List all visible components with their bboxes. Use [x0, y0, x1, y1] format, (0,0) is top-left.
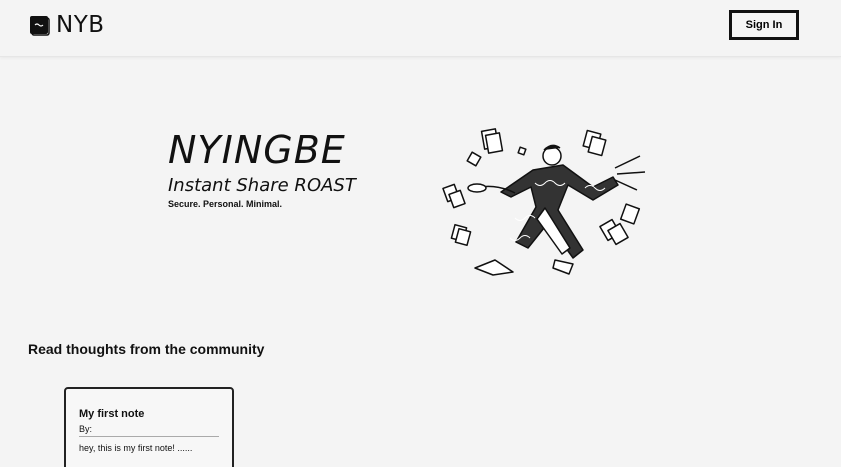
hero-tagline: Secure. Personal. Minimal. — [168, 199, 283, 209]
brand-name: NYB — [56, 12, 105, 38]
hero-title: NYINGBE — [168, 128, 346, 172]
community-section-title: Read thoughts from the community — [28, 341, 265, 357]
top-navbar: NYB Sign In — [0, 0, 841, 57]
note-title: My first note — [79, 408, 145, 420]
man-with-flying-papers-illustration — [442, 128, 646, 276]
brand-logo[interactable]: NYB — [29, 12, 105, 38]
sign-in-button[interactable]: Sign In — [729, 10, 799, 40]
note-preview: hey, this is my first note! ...... — [79, 443, 193, 453]
hero-subtitle: Instant Share ROAST — [168, 175, 356, 196]
note-author-label: By: — [79, 424, 219, 437]
notebook-icon — [30, 16, 50, 36]
note-card[interactable]: My first note By: hey, this is my first … — [64, 387, 234, 467]
